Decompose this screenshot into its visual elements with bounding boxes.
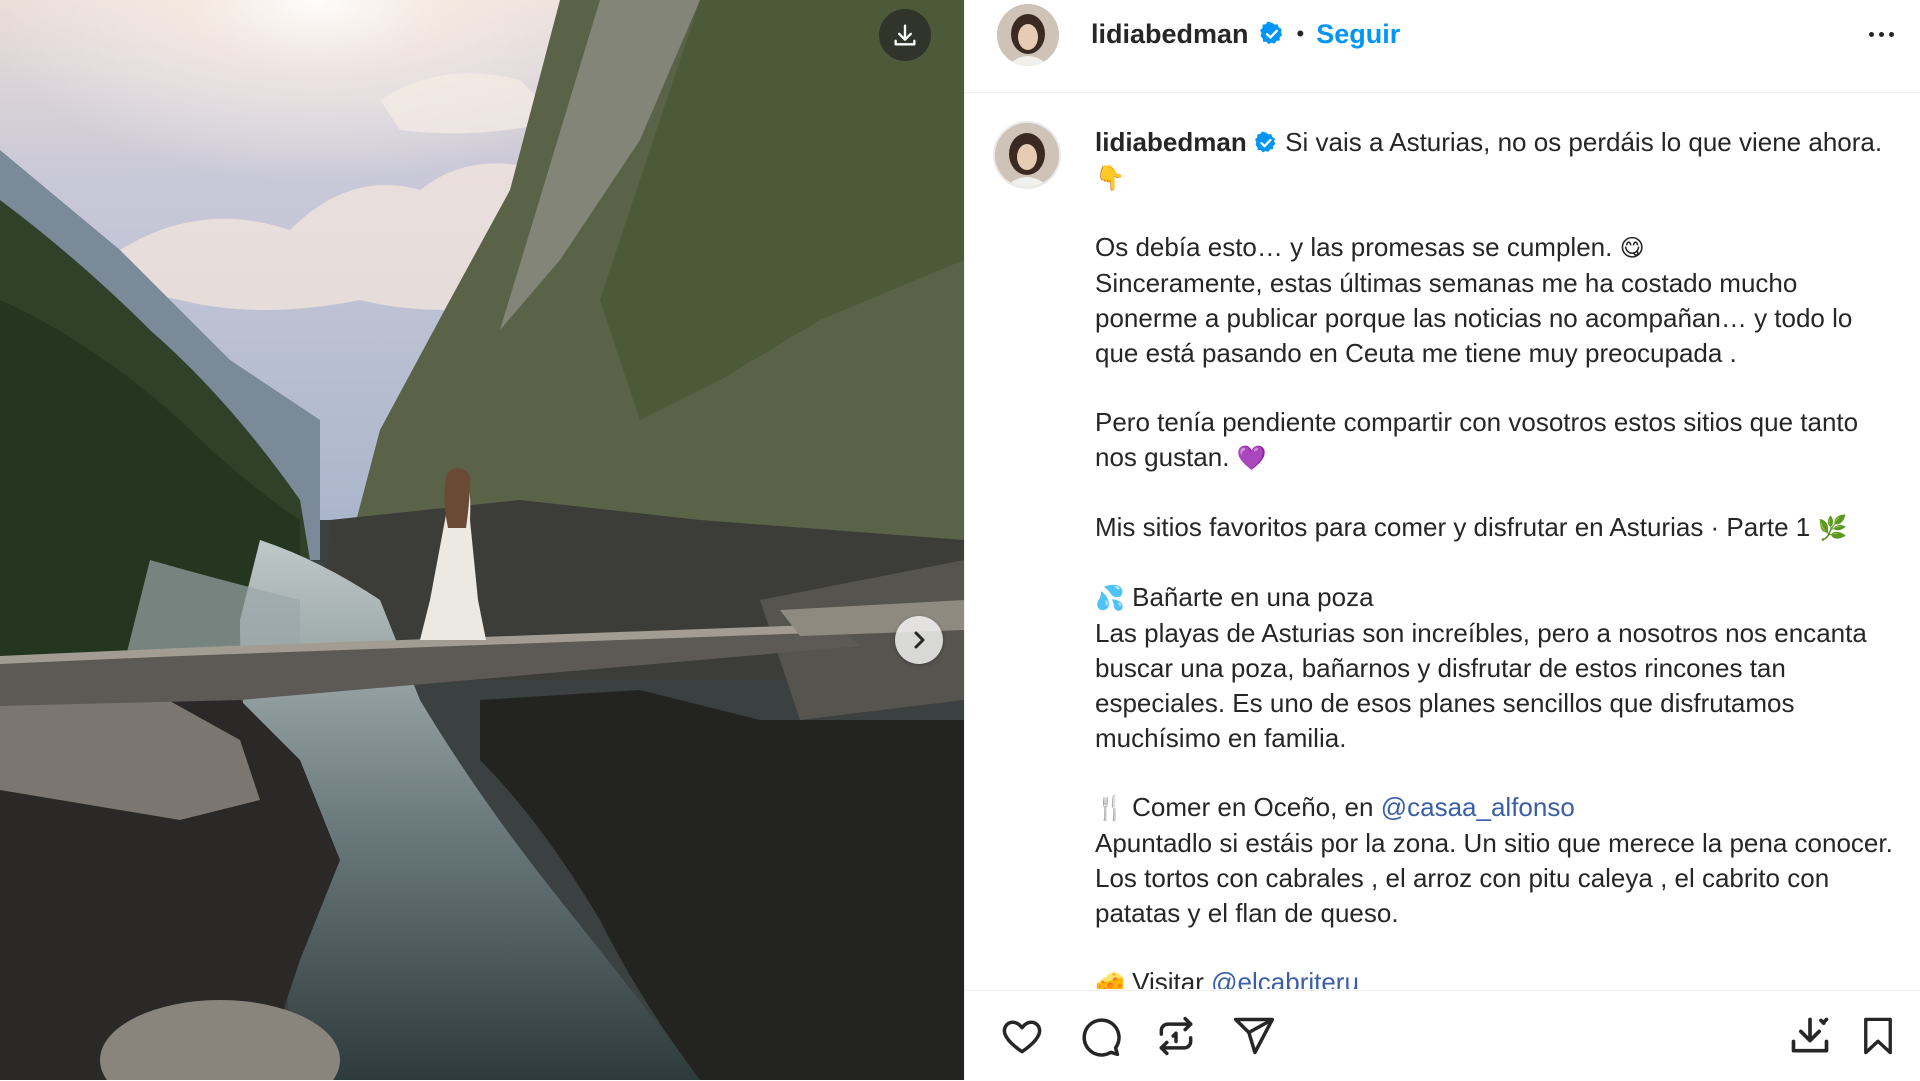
more-options-icon[interactable]	[1859, 14, 1903, 54]
section-2-title: Comer en Oceño, en	[1132, 792, 1374, 822]
post-caption: lidiabedman Si vais a Asturias, no os pe…	[1095, 125, 1895, 989]
post-photo[interactable]	[0, 0, 964, 1080]
caption-line-5: Mis sitios favoritos para comer y disfru…	[1095, 512, 1811, 542]
username-link[interactable]: lidiabedman	[1091, 19, 1249, 50]
send-icon[interactable]	[1227, 1009, 1281, 1063]
caption-line-4: Pero tenía pendiente compartir con vosot…	[1095, 407, 1859, 472]
section-1-title: Bañarte en una poza	[1132, 582, 1374, 612]
avatar[interactable]	[997, 4, 1059, 66]
separator-dot: •	[1296, 21, 1305, 46]
follow-button[interactable]: Seguir	[1316, 19, 1400, 50]
caption-scroll-area[interactable]: lidiabedman Si vais a Asturias, no os pe…	[965, 93, 1920, 989]
section-3-title: Visitar	[1132, 967, 1204, 989]
chevron-right-icon[interactable]	[895, 616, 943, 664]
fork-knife-emoji: 🍴	[1095, 794, 1125, 822]
heart-icon[interactable]	[995, 1009, 1049, 1063]
herb-emoji: 🌿	[1817, 514, 1848, 542]
mention-link[interactable]: @elcabriteru	[1211, 967, 1359, 989]
caption-avatar[interactable]	[993, 121, 1061, 189]
mention-link[interactable]: @casaa_alfonso	[1381, 792, 1575, 822]
bookmark-icon[interactable]	[1851, 1009, 1905, 1063]
caption-line-3: Sinceramente, estas últimas semanas me h…	[1095, 268, 1853, 368]
pointing-down-emoji: 👇	[1095, 164, 1125, 192]
yum-emoji: 😋	[1619, 234, 1645, 262]
cheese-emoji: 🧀	[1095, 969, 1125, 989]
instagram-post-view: lidiabedman • Seguir lidiabedman Si vais…	[0, 0, 1920, 1080]
water-drops-emoji: 💦	[1095, 584, 1125, 612]
header-user-row: lidiabedman • Seguir	[1091, 14, 1400, 54]
post-header: lidiabedman • Seguir	[965, 0, 1920, 93]
caption-line-1: Si vais a Asturias, no os perdáis lo que…	[1285, 127, 1883, 157]
section-2-body: Apuntadlo si estáis por la zona. Un siti…	[1095, 828, 1893, 928]
download-icon[interactable]	[1783, 1009, 1837, 1063]
verified-badge-icon	[1254, 131, 1276, 153]
repost-icon[interactable]	[1149, 1009, 1203, 1063]
section-1-body: Las playas de Asturias son increíbles, p…	[1095, 618, 1867, 753]
action-bar	[965, 990, 1920, 1081]
mountain-river-photo	[0, 0, 964, 1080]
verified-badge-icon	[1259, 21, 1282, 45]
post-details-panel: lidiabedman • Seguir lidiabedman Si vais…	[964, 0, 1920, 1080]
download-icon[interactable]	[879, 9, 931, 61]
comment-icon[interactable]	[1073, 1009, 1127, 1063]
caption-line-2: Os debía esto… y las promesas se cumplen…	[1095, 232, 1613, 262]
caption-username[interactable]: lidiabedman	[1095, 127, 1247, 157]
purple-heart-emoji: 💜	[1236, 444, 1267, 472]
